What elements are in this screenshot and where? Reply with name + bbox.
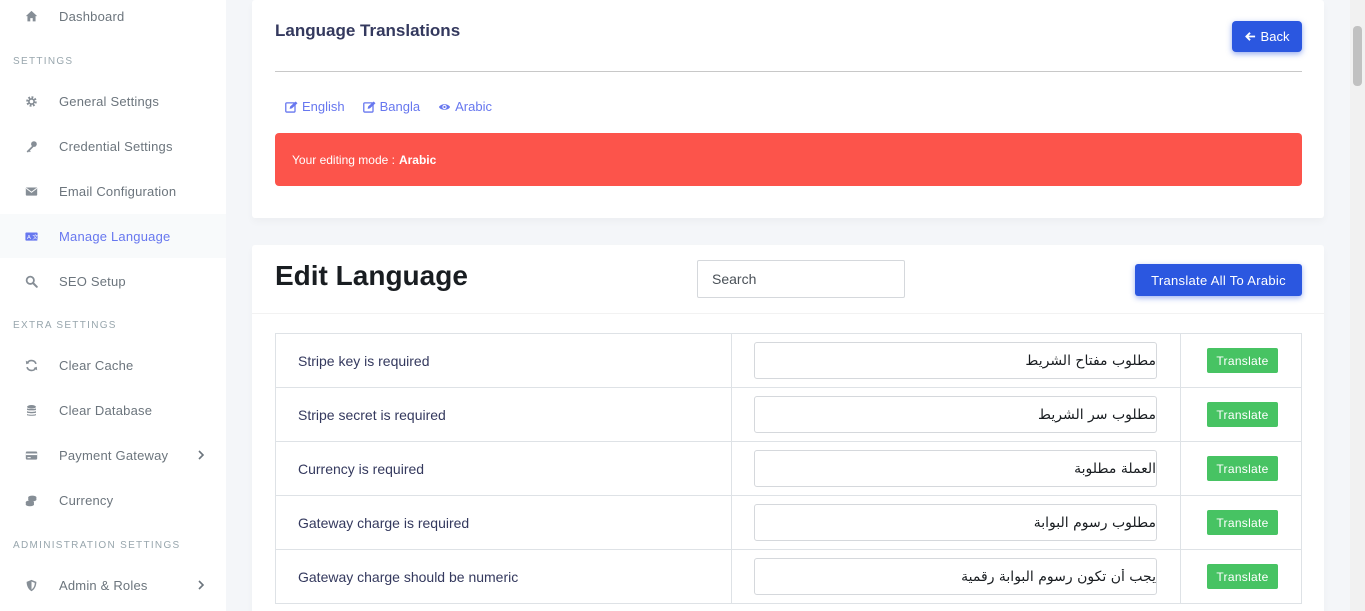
sidebar-item-label: Clear Database [59,402,153,418]
svg-text:A: A [27,234,31,240]
scrollbar-thumb[interactable] [1353,26,1362,86]
sidebar-item-manage-language[interactable]: A文 Manage Language [0,214,226,258]
sidebar-item-label: Clear Cache [59,357,134,373]
sidebar-item-label: General Settings [59,93,160,109]
sidebar-item-currency[interactable]: Currency [0,478,226,522]
translation-value-input[interactable] [754,504,1157,541]
gear-icon [24,94,38,108]
translation-key: Currency is required [298,461,425,477]
translation-value-input[interactable] [754,450,1157,487]
edit-icon [362,100,376,113]
sidebar-item-label: Email Configuration [59,183,177,199]
envelope-icon [24,184,38,198]
home-icon [24,9,38,23]
card-header-divider [252,313,1324,314]
sidebar-item-label: Admin & Roles [59,577,148,593]
section-title-settings: SETTINGS [13,56,74,67]
coins-icon [24,493,38,507]
translation-key: Gateway charge is required [298,515,470,531]
sidebar-item-label: Dashboard [59,8,125,24]
search-input[interactable] [697,260,905,298]
translate-button[interactable]: Translate [1207,348,1278,373]
translation-value-input[interactable] [754,396,1157,433]
language-link-bangla[interactable]: Bangla [362,99,421,114]
editing-mode-alert: Your editing mode : Arabic [275,133,1302,186]
language-link-label: Bangla [379,99,421,114]
section-title-administration-settings: ADMINISTRATION SETTINGS [13,540,181,551]
sidebar-item-clear-database[interactable]: Clear Database [0,388,226,432]
translate-button[interactable]: Translate [1207,510,1278,535]
language-link-arabic[interactable]: Arabic [438,99,492,114]
database-icon [24,403,38,417]
sidebar-item-label: Credential Settings [59,138,173,154]
chevron-right-icon [198,450,205,460]
sync-icon [24,358,38,372]
translate-button[interactable]: Translate [1207,456,1278,481]
language-icon: A文 [24,229,38,243]
key-icon [24,139,38,153]
translate-all-button[interactable]: Translate All To Arabic [1135,264,1302,296]
translation-value-input[interactable] [754,558,1157,595]
sidebar-item-payment-gateway[interactable]: Payment Gateway [0,433,226,477]
shield-icon [24,578,38,592]
arrow-left-icon [1244,32,1255,41]
sidebar-item-dashboard[interactable]: Dashboard [0,0,226,38]
sidebar-item-label: Manage Language [59,228,171,244]
sidebar-item-label: Payment Gateway [59,447,169,463]
alert-prefix: Your editing mode : [292,152,395,167]
credit-card-icon [24,448,38,462]
translation-key: Stripe key is required [298,353,430,369]
edit-language-card: Edit Language Translate All To Arabic St… [252,245,1324,611]
edit-icon [285,100,298,113]
sidebar-item-label: SEO Setup [59,273,126,289]
table-row: Gateway charge should be numeric Transla… [275,550,1302,604]
search-icon [24,274,38,288]
sidebar-item-label: Currency [59,492,114,508]
translate-button[interactable]: Translate [1207,402,1278,427]
section-title-extra-settings: EXTRA SETTINGS [13,320,117,331]
sidebar-item-clear-cache[interactable]: Clear Cache [0,343,226,387]
translation-table: Stripe key is required Translate Stripe … [275,333,1302,604]
translate-button[interactable]: Translate [1207,564,1278,589]
alert-language: Arabic [398,152,437,167]
language-link-english[interactable]: English [285,99,345,114]
sidebar-item-general-settings[interactable]: General Settings [0,79,226,123]
page-scrollbar[interactable] [1350,0,1365,611]
language-link-label: Arabic [455,99,492,114]
table-row: Stripe key is required Translate [275,334,1302,388]
chevron-right-icon [198,580,205,590]
translation-key: Stripe secret is required [298,407,446,423]
table-row: Gateway charge is required Translate [275,496,1302,550]
sidebar-item-seo-setup[interactable]: SEO Setup [0,259,226,303]
svg-text:文: 文 [32,232,38,240]
sidebar-item-email-configuration[interactable]: Email Configuration [0,169,226,213]
back-button[interactable]: Back [1232,21,1302,52]
language-link-label: English [302,99,345,114]
divider [275,71,1302,72]
table-row: Stripe secret is required Translate [275,388,1302,442]
sidebar-item-admin-roles[interactable]: Admin & Roles [0,563,226,607]
sidebar-item-credential-settings[interactable]: Credential Settings [0,124,226,168]
eye-icon [439,103,451,110]
card-title: Language Translations [275,21,461,40]
translation-value-input[interactable] [754,342,1157,379]
language-links: English Bangla Arabic [285,99,492,114]
table-row: Currency is required Translate [275,442,1302,496]
card-title: Edit Language [275,260,468,291]
back-button-label: Back [1260,29,1290,44]
sidebar: Dashboard SETTINGS General Settings Cred… [0,0,226,611]
translation-key: Gateway charge should be numeric [298,569,519,585]
language-translations-card: Language Translations Back English Bangl… [252,0,1324,218]
